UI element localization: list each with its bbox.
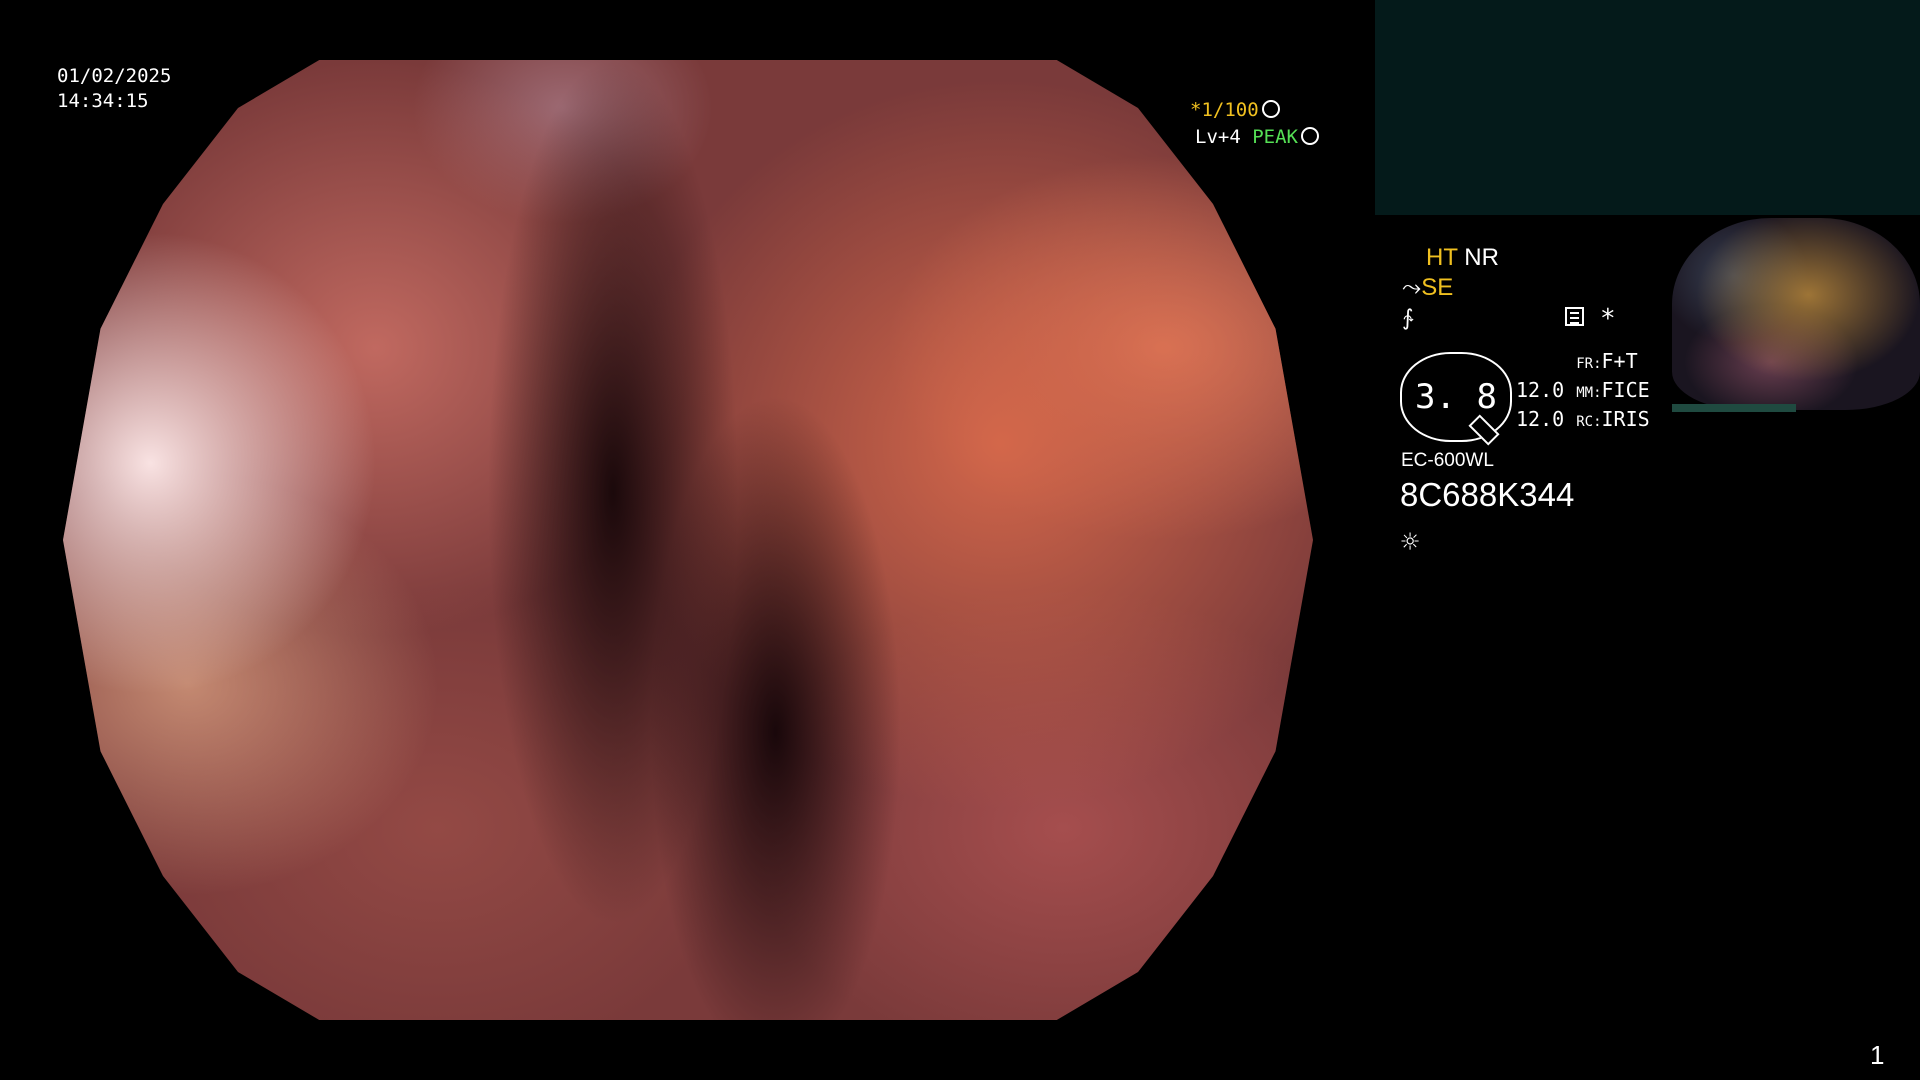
mm-label: MM: bbox=[1576, 385, 1602, 401]
curve-icon: ∱ bbox=[1402, 306, 1414, 331]
lens-icon bbox=[1300, 127, 1319, 145]
fr-value: F+T bbox=[1601, 349, 1638, 373]
shutter-speed: *1/100 bbox=[1190, 99, 1280, 121]
page-number: 1 bbox=[1870, 1040, 1885, 1070]
shutter-text: *1/100 bbox=[1190, 99, 1259, 121]
param-value-1: 12.0 bbox=[1516, 378, 1565, 402]
ht-text: HT bbox=[1426, 244, 1458, 271]
top-info-panel bbox=[1375, 0, 1920, 215]
scope-model: EC-600WL bbox=[1401, 450, 1494, 471]
nr-text: NR bbox=[1464, 244, 1499, 271]
time-text: 14:34:15 bbox=[57, 90, 149, 112]
level-text: Lv+4 bbox=[1195, 126, 1241, 148]
timestamp: 01/02/2025 14:34:15 bbox=[57, 64, 171, 114]
fr-label: FR: bbox=[1576, 356, 1602, 372]
sun-icon: ☼ bbox=[1401, 525, 1420, 560]
ht-nr-status: HT NR bbox=[1426, 244, 1499, 272]
rc-label: RC: bbox=[1576, 414, 1602, 430]
mm-value: FICE bbox=[1601, 378, 1650, 402]
hook-icon: ⤳ bbox=[1402, 274, 1422, 301]
pip-bar bbox=[1672, 404, 1796, 412]
date-text: 01/02/2025 bbox=[57, 65, 172, 87]
param-value-2: 12.0 bbox=[1516, 407, 1565, 431]
endoscope-view bbox=[63, 60, 1313, 1020]
scope-serial: 8C688K344 bbox=[1400, 476, 1575, 513]
se-text: SE bbox=[1421, 274, 1454, 301]
rc-value: IRIS bbox=[1601, 407, 1650, 431]
star-mark: * bbox=[1600, 304, 1616, 334]
peak-text: PEAK bbox=[1252, 126, 1298, 148]
menu-icon bbox=[1565, 307, 1584, 326]
aperture-icon bbox=[1261, 100, 1280, 118]
enhancement-level: Lv+4 PEAK bbox=[1195, 126, 1319, 148]
se-status: ⤳SE bbox=[1402, 274, 1453, 302]
picture-in-picture bbox=[1672, 218, 1920, 410]
parameters: FR:F+T 12.0 MM:FICE 12.0 RC:IRIS bbox=[1516, 348, 1650, 435]
zoom-indicator: 3. 8 bbox=[1400, 352, 1512, 442]
